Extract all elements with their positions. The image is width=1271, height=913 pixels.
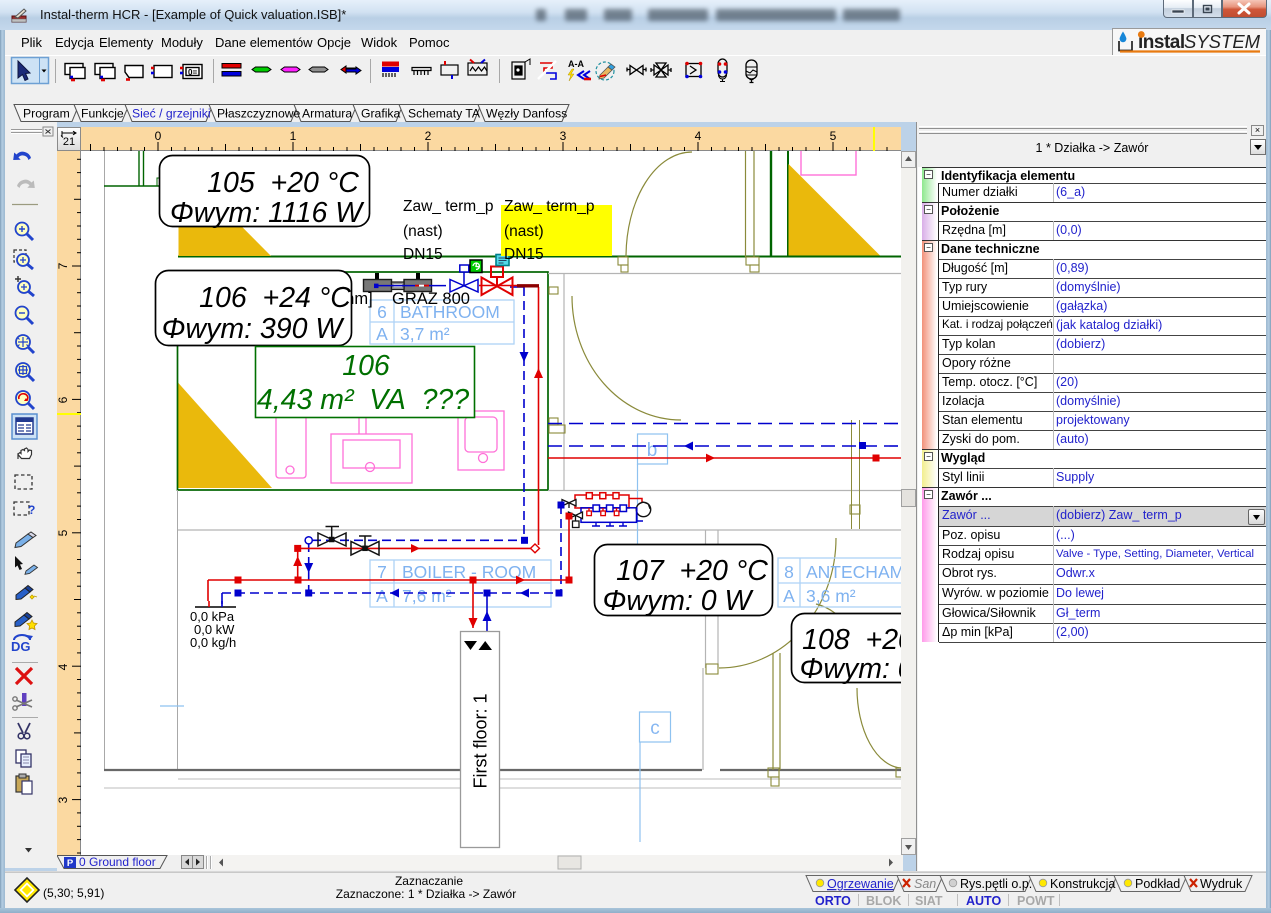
svg-text:Sieć / grzejniki: Sieć / grzejniki bbox=[132, 107, 211, 121]
svg-text:Zaw_ term_p: Zaw_ term_p bbox=[403, 198, 493, 215]
svg-text:AUTO: AUTO bbox=[966, 894, 1001, 908]
svg-text:0,0 kg/h: 0,0 kg/h bbox=[190, 635, 236, 650]
svg-text:DN15: DN15 bbox=[504, 246, 544, 263]
svg-text:Funkcje: Funkcje bbox=[81, 107, 124, 121]
svg-text:A: A bbox=[376, 586, 388, 606]
svg-text:3: 3 bbox=[560, 129, 567, 143]
svg-text:Grafika: Grafika bbox=[361, 107, 401, 121]
svg-text:0=: 0= bbox=[188, 68, 197, 77]
svg-text:0: 0 bbox=[155, 129, 162, 143]
svg-text:6: 6 bbox=[377, 302, 387, 322]
svg-text:2: 2 bbox=[425, 129, 432, 143]
svg-text:Zaw_ term_p: Zaw_ term_p bbox=[504, 198, 594, 215]
svg-text:4,43 m² VA ???: 4,43 m² VA ??? bbox=[257, 384, 469, 416]
svg-text:Konstrukcja: Konstrukcja bbox=[1050, 877, 1115, 891]
svg-text:3,7 m²: 3,7 m² bbox=[400, 324, 450, 344]
svg-text:First floor: 1: First floor: 1 bbox=[471, 693, 491, 788]
svg-text:5: 5 bbox=[830, 129, 837, 143]
svg-text:106 +24 °C: 106 +24 °C bbox=[199, 282, 351, 314]
svg-text:Schematy TA: Schematy TA bbox=[408, 107, 481, 121]
svg-text:Zaznaczanie: Zaznaczanie bbox=[395, 874, 463, 888]
svg-text:106: 106 bbox=[342, 350, 390, 382]
svg-text:Zaznaczone: 1 * Działka -> Zaw: Zaznaczone: 1 * Działka -> Zawór bbox=[336, 887, 516, 901]
svg-text:Φwym: 390 W: Φwym: 390 W bbox=[162, 313, 346, 345]
svg-text:3,6 m²: 3,6 m² bbox=[806, 586, 856, 606]
svg-text:Program: Program bbox=[23, 107, 70, 121]
svg-text:0 Ground floor: 0 Ground floor bbox=[79, 855, 156, 869]
svg-text:GRAZ 800: GRAZ 800 bbox=[392, 290, 470, 308]
svg-text:8: 8 bbox=[784, 562, 794, 582]
svg-text:108 +20 °C: 108 +20 °C bbox=[802, 624, 901, 656]
svg-text:Ogrzewanie: Ogrzewanie bbox=[827, 877, 894, 891]
svg-text:BLOK: BLOK bbox=[866, 894, 901, 908]
svg-text:4: 4 bbox=[57, 663, 70, 670]
svg-text:7: 7 bbox=[57, 262, 70, 269]
svg-text:DG: DG bbox=[11, 639, 31, 654]
svg-text:ANTECHAMBER: ANTECHAMBER bbox=[806, 562, 901, 582]
svg-text:4: 4 bbox=[695, 129, 702, 143]
svg-text:POWT: POWT bbox=[1017, 894, 1055, 908]
svg-text:Φwym: 0 W: Φwym: 0 W bbox=[800, 653, 901, 685]
svg-text:SYSTEM: SYSTEM bbox=[1184, 31, 1261, 52]
svg-text:(nast): (nast) bbox=[403, 223, 443, 240]
svg-text:instal: instal bbox=[1138, 32, 1185, 53]
svg-text:?: ? bbox=[28, 503, 35, 517]
svg-text:6: 6 bbox=[57, 396, 70, 403]
svg-text:A: A bbox=[783, 586, 795, 606]
svg-text:7: 7 bbox=[377, 562, 387, 582]
svg-text:Wydruk: Wydruk bbox=[1200, 877, 1243, 891]
svg-text:107 +20 °C: 107 +20 °C bbox=[616, 555, 768, 587]
svg-text:San: San bbox=[914, 877, 936, 891]
svg-text:Podkład: Podkład bbox=[1135, 877, 1180, 891]
svg-text:Węzły Danfoss: Węzły Danfoss bbox=[486, 107, 567, 121]
svg-text:Φwym: 1116 W: Φwym: 1116 W bbox=[170, 197, 365, 229]
svg-text:105 +20 °C: 105 +20 °C bbox=[207, 167, 359, 199]
svg-text:P: P bbox=[67, 858, 74, 869]
svg-text:5: 5 bbox=[57, 529, 70, 536]
svg-text:1: 1 bbox=[290, 129, 297, 143]
svg-text:ORTO: ORTO bbox=[815, 894, 851, 908]
svg-text:Armatura: Armatura bbox=[302, 107, 352, 121]
svg-text:A-A: A-A bbox=[568, 59, 584, 69]
svg-text:Rys.pętli o.p.: Rys.pętli o.p. bbox=[960, 877, 1032, 891]
svg-text:7,6 m²: 7,6 m² bbox=[402, 586, 452, 606]
svg-text:Φwym: 0 W: Φwym: 0 W bbox=[603, 585, 755, 617]
svg-text:3: 3 bbox=[57, 796, 70, 803]
svg-text:(5,30; 5,91): (5,30; 5,91) bbox=[43, 886, 104, 900]
svg-text:c: c bbox=[650, 718, 660, 739]
svg-text:SIAT: SIAT bbox=[915, 894, 943, 908]
svg-text:Płaszczyznowe: Płaszczyznowe bbox=[217, 107, 301, 121]
svg-text:(nast): (nast) bbox=[504, 223, 544, 240]
svg-text:DN15: DN15 bbox=[403, 246, 443, 263]
svg-text:A: A bbox=[376, 324, 388, 344]
